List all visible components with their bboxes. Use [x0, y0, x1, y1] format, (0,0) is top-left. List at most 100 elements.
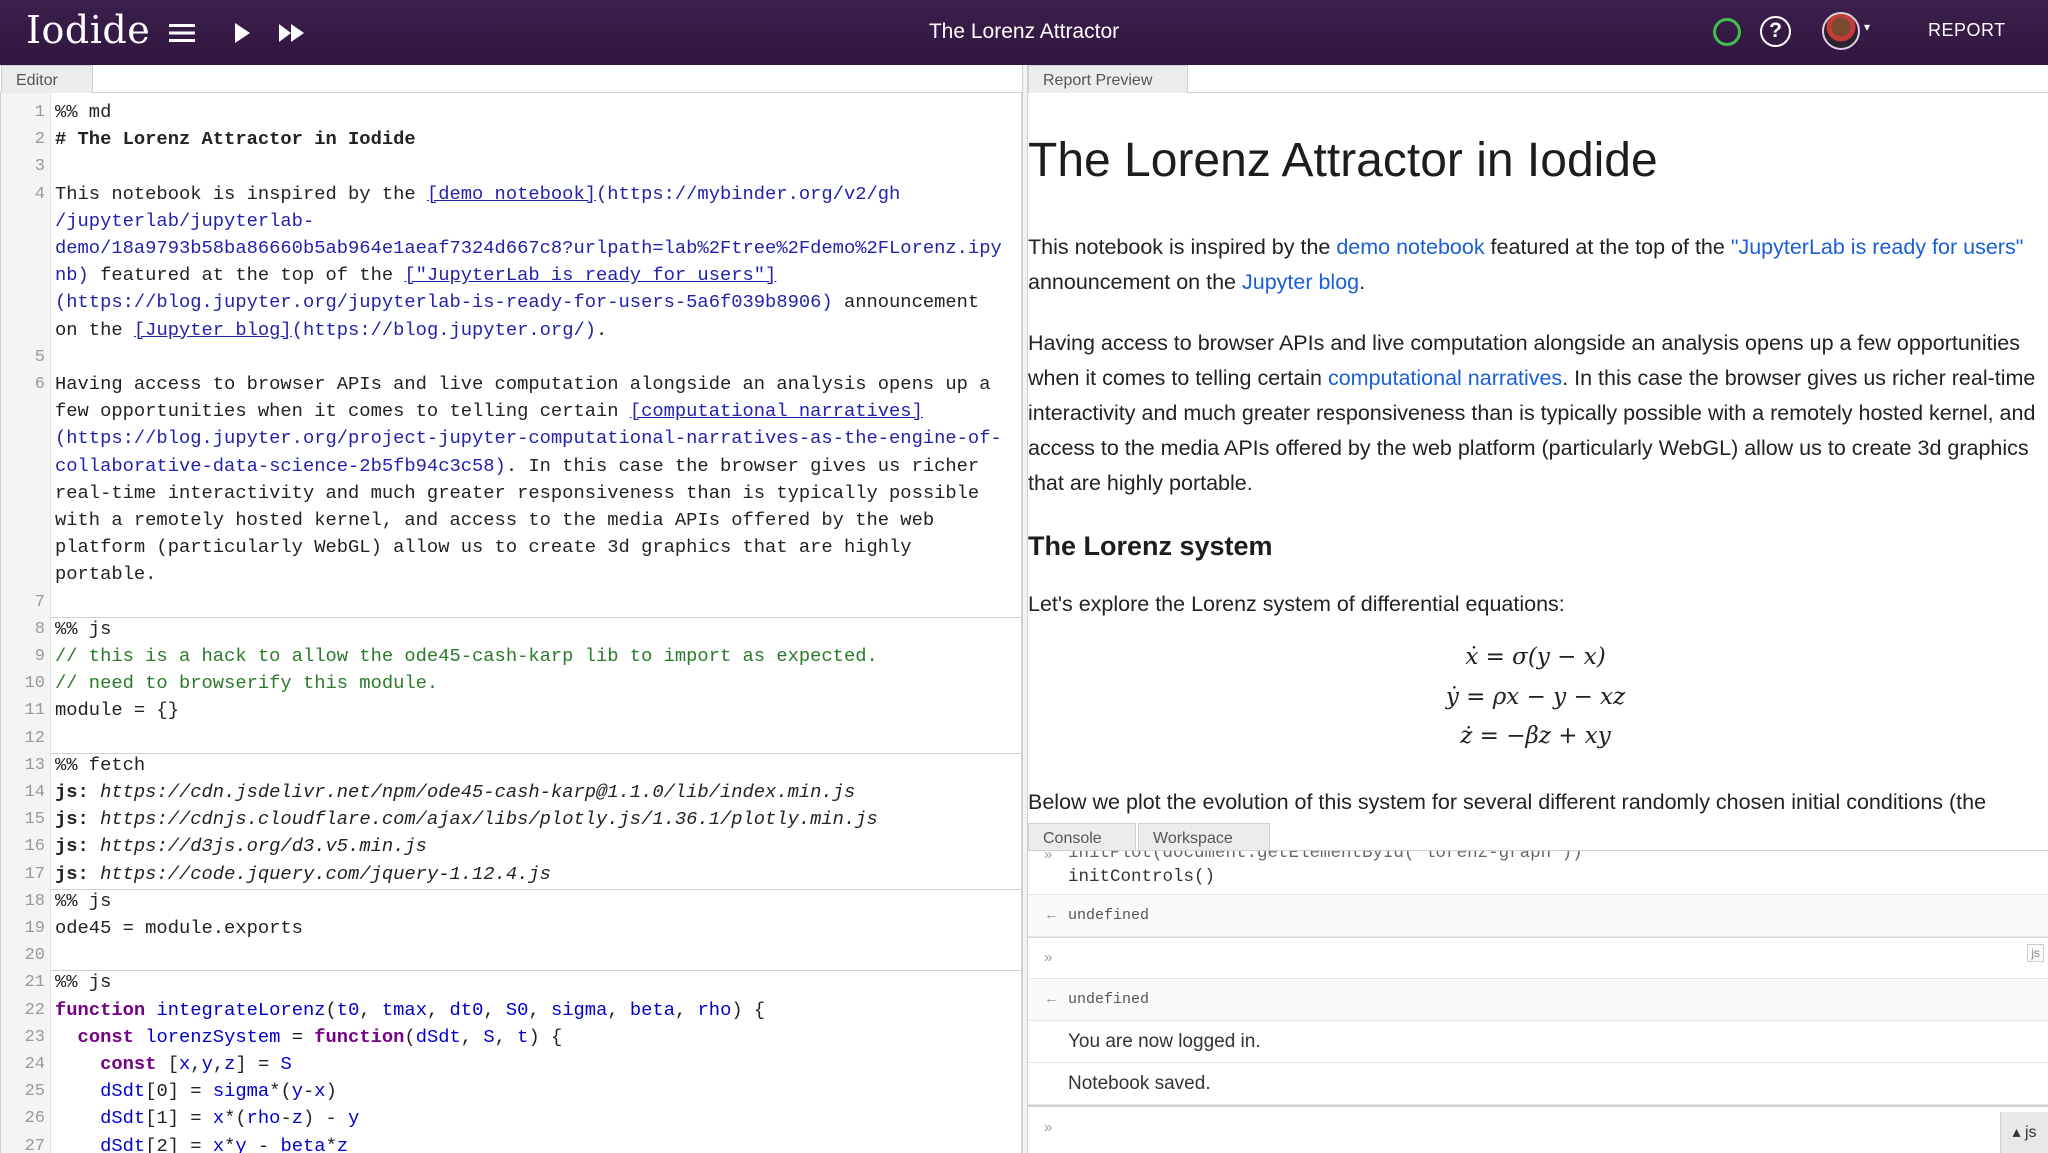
- editor-line[interactable]: collaborative-data-science-2b5fb94c3c58)…: [1, 453, 1021, 480]
- editor-line[interactable]: 7: [1, 589, 1021, 616]
- chunk-divider: [51, 753, 1021, 754]
- code-text: platform (particularly WebGL) allow us t…: [55, 536, 912, 559]
- editor-line[interactable]: 25 dSdt[0] = sigma*(y-x): [1, 1078, 1021, 1105]
- line-number: 23: [24, 1027, 45, 1047]
- code-editor[interactable]: 1 %% md 2 # The Lorenz Attractor in Iodide 3…: [0, 93, 1022, 1153]
- code-token: beta: [280, 1134, 326, 1153]
- editor-line[interactable]: platform (particularly WebGL) allow us t…: [1, 534, 1021, 561]
- equation-z: ż = −βz + xy: [1460, 723, 1611, 749]
- editor-line[interactable]: 19 ode45 = module.exports: [1, 915, 1021, 942]
- code-text: ode45 = module.exports: [55, 917, 303, 939]
- code-token: x: [314, 1080, 326, 1103]
- notebook-title[interactable]: The Lorenz Attractor: [929, 20, 1119, 43]
- report-preview: The Lorenz Attractor in Iodide This note…: [1028, 93, 2048, 817]
- jupyterlab-ready-link[interactable]: "JupyterLab is ready for users": [1731, 235, 2024, 259]
- editor-line[interactable]: 1 %% md: [1, 99, 1021, 126]
- line-number: 7: [34, 592, 45, 612]
- jupyter-blog-link[interactable]: Jupyter blog: [1242, 270, 1359, 294]
- code-token: announcement: [832, 291, 980, 314]
- editor-line[interactable]: 4 This notebook is inspired by the [demo …: [1, 181, 1021, 208]
- chevron-down-icon[interactable]: ▾: [1864, 20, 1870, 34]
- editor-line[interactable]: 8 %% js: [1, 616, 1021, 643]
- code-token: -: [246, 1134, 281, 1153]
- demo-notebook-link[interactable]: demo notebook: [1336, 235, 1484, 259]
- console-code-line: initControls(): [1068, 867, 1216, 887]
- line-number: 16: [24, 837, 45, 857]
- code-text: // need to browserify this module.: [55, 670, 438, 697]
- line-number: 17: [24, 864, 45, 884]
- editor-line[interactable]: 14 js: https://cdn.jsdelivr.net/npm/ode45…: [1, 779, 1021, 806]
- editor-line[interactable]: 22 function integrateLorenz(t0, tmax, dt0…: [1, 997, 1021, 1024]
- editor-line[interactable]: nb) featured at the top of the ["Jupyter…: [1, 262, 1021, 289]
- line-number: 20: [24, 946, 45, 966]
- editor-line[interactable]: on the [Jupyter blog](https://blog.jupyt…: [1, 317, 1021, 344]
- editor-line[interactable]: 16 js: https://d3js.org/d3.v5.min.js: [1, 833, 1021, 860]
- code-token: [demo notebook]: [426, 182, 596, 205]
- editor-line[interactable]: 23 const lorenzSystem = function(dSdt, S…: [1, 1024, 1021, 1051]
- tab-console[interactable]: Console: [1028, 823, 1136, 851]
- report-text: announcement on the: [1028, 270, 1242, 294]
- editor-line[interactable]: 17 js: https://code.jquery.com/jquery-1.1…: [1, 861, 1021, 888]
- editor-line[interactable]: 5: [1, 344, 1021, 371]
- code-token: *: [224, 1134, 236, 1153]
- editor-line[interactable]: 13 %% fetch: [1, 752, 1021, 779]
- code-token: sigma: [212, 1080, 270, 1103]
- editor-line[interactable]: /jupyterlab/jupyterlab-: [1, 208, 1021, 235]
- editor-line[interactable]: 15 js: https://cdnjs.cloudflare.com/ajax/…: [1, 806, 1021, 833]
- console-input[interactable]: » ▴ js: [1028, 1105, 2048, 1153]
- editor-line[interactable]: 12: [1, 725, 1021, 752]
- line-number: 15: [24, 810, 45, 830]
- editor-line[interactable]: 10 // need to browserify this module.: [1, 670, 1021, 697]
- editor-line[interactable]: (https://blog.jupyter.org/project-jupyte…: [1, 425, 1021, 452]
- tab-workspace[interactable]: Workspace: [1138, 823, 1270, 851]
- help-icon[interactable]: ?: [1760, 16, 1791, 47]
- editor-line[interactable]: 24 const [x,y,z] = S: [1, 1051, 1021, 1078]
- editor-line[interactable]: 2 # The Lorenz Attractor in Iodide: [1, 126, 1021, 153]
- code-token: sigma: [550, 998, 608, 1021]
- editor-line[interactable]: 27 dSdt[2] = x*y - beta*z: [1, 1133, 1021, 1153]
- code-text: %% js: [55, 617, 112, 640]
- computational-narratives-link[interactable]: computational narratives: [1328, 366, 1562, 390]
- code-text: Having access to browser APIs and live c…: [55, 373, 991, 395]
- fast-forward-icon[interactable]: [272, 14, 312, 52]
- editor-line[interactable]: real-time interactivity and much greater…: [1, 480, 1021, 507]
- user-avatar[interactable]: [1822, 12, 1860, 50]
- code-text: js: https://cdnjs.cloudflare.com/ajax/li…: [55, 806, 878, 833]
- editor-line[interactable]: 11 module = {}: [1, 697, 1021, 724]
- code-token: on the: [55, 318, 134, 341]
- editor-line[interactable]: 3: [1, 153, 1021, 180]
- editor-line[interactable]: portable.: [1, 561, 1021, 588]
- code-text: dSdt[2] = x*y - beta*z: [55, 1133, 348, 1153]
- code-token: ,: [426, 998, 450, 1021]
- play-icon[interactable]: [222, 14, 262, 52]
- code-text: const [x,y,z] = S: [55, 1051, 292, 1078]
- editor-line[interactable]: 9 // this is a hack to allow the ode45-ca…: [1, 643, 1021, 670]
- tab-report-preview[interactable]: Report Preview: [1028, 65, 1188, 93]
- code-text: %% fetch: [55, 753, 146, 776]
- editor-line[interactable]: with a remotely hosted kernel, and acces…: [1, 507, 1021, 534]
- editor-line[interactable]: 26 dSdt[1] = x*(rho-z) - y: [1, 1105, 1021, 1132]
- code-text: (https://blog.jupyter.org/project-jupyte…: [55, 425, 1002, 452]
- editor-line[interactable]: few opportunities when it comes to telli…: [1, 398, 1021, 425]
- line-number: 26: [24, 1109, 45, 1129]
- hamburger-menu-icon[interactable]: [162, 14, 202, 52]
- report-button[interactable]: REPORT: [1928, 20, 2006, 41]
- code-token: https://cdnjs.cloudflare.com/ajax/libs/p…: [100, 808, 878, 831]
- code-token: [: [156, 1053, 179, 1075]
- tab-editor[interactable]: Editor: [1, 65, 93, 93]
- editor-line[interactable]: 18 %% js: [1, 888, 1021, 915]
- code-token: tmax: [381, 998, 427, 1021]
- line-number: 6: [34, 375, 45, 394]
- editor-line[interactable]: demo/18a9793b58ba86660b5ab964e1aeaf7324d…: [1, 235, 1021, 262]
- code-token: js:: [55, 808, 101, 831]
- language-selector-button[interactable]: ▴ js: [2000, 1112, 2048, 1153]
- editor-line[interactable]: 20: [1, 942, 1021, 969]
- code-token: ,: [528, 998, 551, 1021]
- editor-line[interactable]: (https://blog.jupyter.org/jupyterlab-is-…: [1, 289, 1021, 316]
- editor-line[interactable]: 21 %% js: [1, 969, 1021, 996]
- code-token: rho: [697, 998, 732, 1021]
- editor-line[interactable]: 6 Having access to browser APIs and live …: [1, 371, 1021, 398]
- code-token: .: [596, 318, 608, 341]
- code-token: ,: [212, 1053, 225, 1075]
